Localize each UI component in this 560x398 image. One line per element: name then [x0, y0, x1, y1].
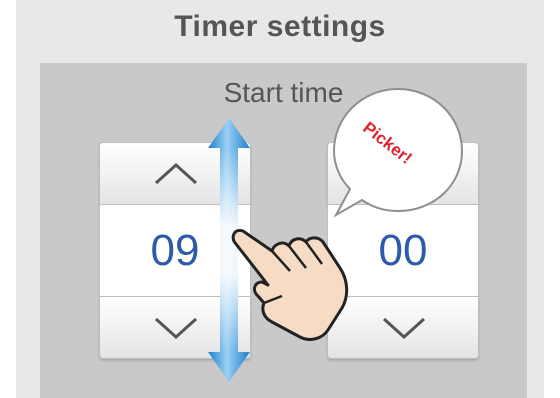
chevron-up-icon — [154, 162, 198, 185]
page-title: Timer settings — [174, 10, 386, 43]
chevron-down-icon — [382, 317, 426, 340]
pointing-hand-icon — [231, 228, 349, 341]
chevron-down-icon — [154, 317, 198, 340]
